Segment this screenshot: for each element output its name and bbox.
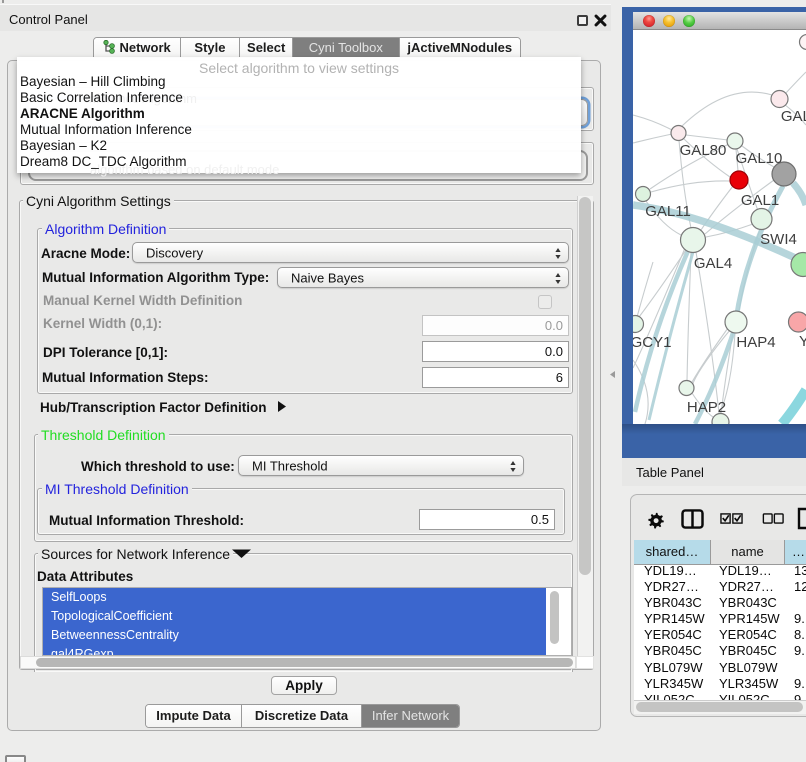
- svg-text:Y: Y: [799, 333, 806, 350]
- svg-text:GCY1: GCY1: [633, 334, 671, 351]
- svg-text:GAL11: GAL11: [645, 203, 691, 220]
- svg-text:GAL2: GAL2: [781, 108, 806, 125]
- svg-text:GAL4: GAL4: [694, 255, 732, 272]
- svg-text:GAL80: GAL80: [680, 142, 727, 159]
- svg-text:SWI4: SWI4: [760, 231, 797, 248]
- svg-text:HAP4: HAP4: [736, 334, 775, 351]
- svg-text:GAL1: GAL1: [741, 192, 779, 209]
- svg-text:HAP2: HAP2: [687, 399, 726, 416]
- svg-text:GAL10: GAL10: [736, 150, 783, 167]
